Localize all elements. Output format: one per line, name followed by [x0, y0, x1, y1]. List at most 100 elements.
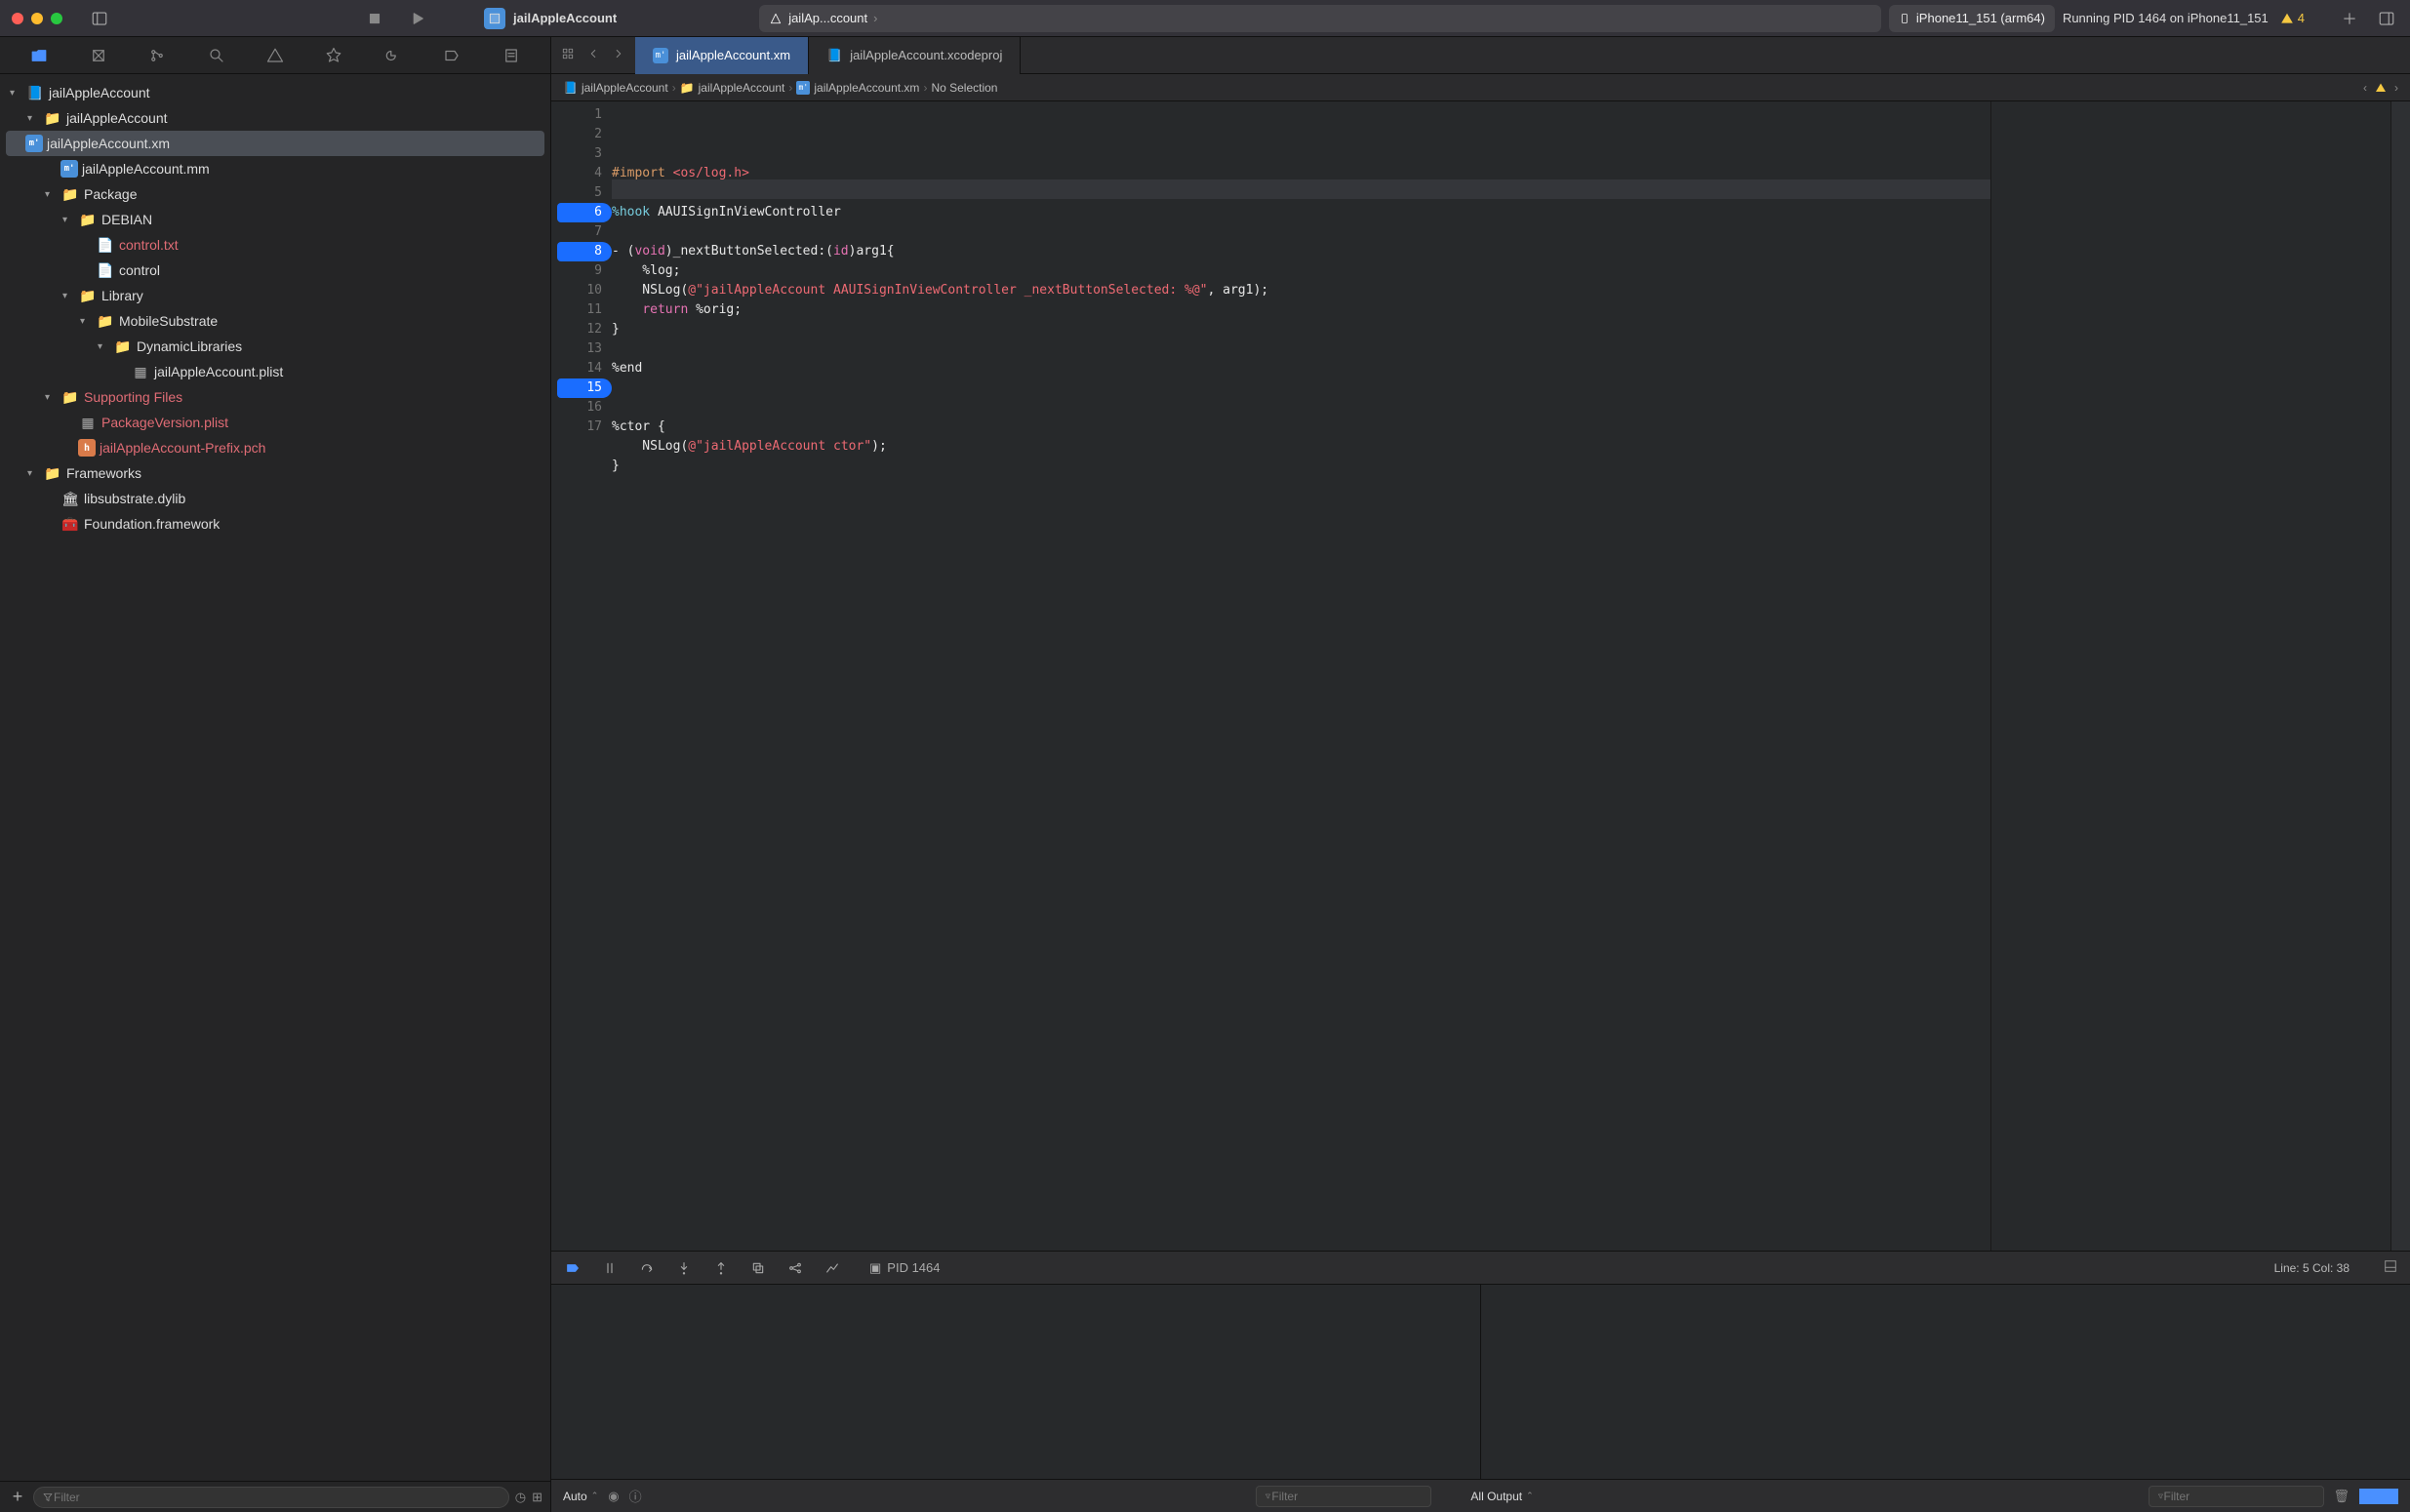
project-navigator-tab[interactable] — [25, 42, 53, 69]
symbol-navigator-tab[interactable] — [143, 42, 171, 69]
tree-package[interactable]: ▾📁Package — [0, 181, 550, 207]
breakpoints-toggle-icon[interactable] — [563, 1260, 582, 1276]
warning-icon[interactable] — [2375, 82, 2387, 94]
variables-filter-field[interactable] — [1256, 1486, 1431, 1507]
titlebar: jailAppleAccount jailAp...ccount › iPhon… — [0, 0, 2410, 37]
editor-breadcrumb: 📘 jailAppleAccount› 📁 jailAppleAccount› … — [551, 74, 2410, 101]
scheme-device-selector[interactable]: iPhone11_151 (arm64) — [1889, 5, 2055, 32]
scheme-device-label: iPhone11_151 (arm64) — [1916, 11, 2045, 25]
recent-files-icon[interactable]: ◷ — [515, 1490, 526, 1505]
tree-group[interactable]: ▾📁jailAppleAccount — [0, 105, 550, 131]
breakpoint-navigator-tab[interactable] — [438, 42, 465, 69]
objc-file-icon: m' — [653, 48, 668, 63]
breadcrumb-item[interactable]: 📁 jailAppleAccount — [680, 81, 785, 95]
tree-prefix[interactable]: hjailAppleAccount-Prefix.pch — [0, 435, 550, 460]
folder-icon: 📁 — [60, 186, 80, 203]
tree-pkgver[interactable]: ▦PackageVersion.plist — [0, 410, 550, 435]
debug-bar: ▣ PID 1464 Line: 5 Col: 38 — [551, 1251, 2410, 1284]
console-output[interactable] — [1481, 1285, 2410, 1479]
clear-console-icon[interactable]: 🗑 — [2334, 1489, 2350, 1504]
tree-control[interactable]: 📄control — [0, 258, 550, 283]
quick-look-icon[interactable]: ◉ — [608, 1489, 619, 1504]
debug-view-hierarchy-icon[interactable] — [748, 1260, 768, 1276]
xcodeproj-icon: 📘 — [826, 48, 842, 63]
project-title: jailAppleAccount — [484, 8, 617, 29]
navigator-filter-field[interactable] — [33, 1487, 509, 1508]
editor-tab-inactive[interactable]: 📘 jailAppleAccount.xcodeproj — [809, 37, 1021, 74]
tree-control-txt[interactable]: 📄control.txt — [0, 232, 550, 258]
tree-file-xm[interactable]: m'jailAppleAccount.xm — [6, 131, 544, 156]
variables-filter-input[interactable] — [1271, 1490, 1423, 1503]
project-icon — [484, 8, 505, 29]
tree-plist[interactable]: ▦jailAppleAccount.plist — [0, 359, 550, 384]
source-control-navigator-tab[interactable] — [85, 42, 112, 69]
tree-library[interactable]: ▾📁Library — [0, 283, 550, 308]
editor-tab-label: jailAppleAccount.xm — [676, 48, 790, 62]
console-split-toggle[interactable] — [2359, 1489, 2398, 1504]
tree-libsubstrate[interactable]: 🏛libsubstrate.dylib — [0, 486, 550, 511]
step-into-icon[interactable] — [674, 1260, 694, 1276]
breadcrumb-item[interactable]: m' jailAppleAccount.xm — [796, 81, 919, 95]
tree-file-mm[interactable]: m'jailAppleAccount.mm — [0, 156, 550, 181]
scheme-target-selector[interactable]: jailAp...ccount › — [759, 5, 1881, 32]
header-file-icon: h — [78, 439, 96, 457]
test-navigator-tab[interactable] — [320, 42, 347, 69]
editor-tab-bar: m' jailAppleAccount.xm 📘 jailAppleAccoun… — [551, 37, 2410, 74]
editor-tab-active[interactable]: m' jailAppleAccount.xm — [635, 37, 809, 74]
debug-process-selector[interactable]: ▣ PID 1464 — [869, 1260, 941, 1276]
close-window-button[interactable] — [12, 13, 23, 24]
folder-icon: 📁 — [113, 338, 133, 355]
report-navigator-tab[interactable] — [498, 42, 525, 69]
debug-navigator-tab[interactable] — [380, 42, 407, 69]
navigator-filter-input[interactable] — [54, 1491, 501, 1504]
console-output-mode[interactable]: All Output ⌃ — [1470, 1490, 1533, 1503]
add-file-button[interactable]: + — [8, 1487, 27, 1507]
run-button[interactable] — [406, 7, 429, 30]
toggle-debug-area-icon[interactable] — [2383, 1258, 2398, 1277]
tree-frameworks[interactable]: ▾📁Frameworks — [0, 460, 550, 486]
editor-split-pane — [1990, 101, 2390, 1251]
issue-nav-next-icon[interactable]: › — [2394, 81, 2398, 95]
scm-status-icon[interactable]: ⊞ — [532, 1490, 542, 1505]
find-navigator-tab[interactable] — [203, 42, 230, 69]
add-tab-button[interactable] — [2338, 7, 2361, 30]
info-icon[interactable]: ⓘ — [629, 1487, 642, 1505]
tree-debian[interactable]: ▾📁DEBIAN — [0, 207, 550, 232]
issue-nav-prev-icon[interactable]: ‹ — [2363, 81, 2367, 95]
toggle-navigator-icon[interactable] — [88, 7, 111, 30]
library-button[interactable] — [2375, 7, 2398, 30]
nav-back-button[interactable] — [586, 47, 600, 63]
tree-root[interactable]: ▾📘jailAppleAccount — [0, 80, 550, 105]
pause-button[interactable] — [600, 1260, 620, 1276]
stop-button[interactable] — [363, 7, 386, 30]
step-out-icon[interactable] — [711, 1260, 731, 1276]
code-text[interactable]: #import <os/log.h> %hook AAUISignInViewC… — [612, 101, 1990, 1251]
warning-badge[interactable]: 4 — [2280, 11, 2305, 25]
tree-foundation[interactable]: 🧰Foundation.framework — [0, 511, 550, 537]
status-label: Running PID 1464 on iPhone11_151 — [2063, 11, 2269, 25]
issue-navigator-tab[interactable] — [261, 42, 289, 69]
related-items-icon[interactable] — [561, 47, 575, 63]
step-over-icon[interactable] — [637, 1260, 657, 1276]
nav-forward-button[interactable] — [612, 47, 625, 63]
tree-mobilesubstrate[interactable]: ▾📁MobileSubstrate — [0, 308, 550, 334]
text-file-icon: 📄 — [96, 262, 115, 279]
file-tree[interactable]: ▾📘jailAppleAccount ▾📁jailAppleAccount m'… — [0, 74, 550, 1481]
framework-icon: 🧰 — [60, 516, 80, 533]
tree-supporting[interactable]: ▾📁Supporting Files — [0, 384, 550, 410]
folder-icon: 📁 — [78, 288, 98, 304]
environment-overrides-icon[interactable] — [823, 1260, 842, 1276]
tree-dynlib[interactable]: ▾📁DynamicLibraries — [0, 334, 550, 359]
zoom-window-button[interactable] — [51, 13, 62, 24]
console-filter-input[interactable] — [2164, 1490, 2315, 1503]
minimize-window-button[interactable] — [31, 13, 43, 24]
breadcrumb-item[interactable]: No Selection — [931, 81, 997, 95]
minimap[interactable] — [2390, 101, 2410, 1251]
variables-view-mode[interactable]: Auto ⌃ — [563, 1490, 598, 1503]
debug-memory-graph-icon[interactable] — [785, 1260, 805, 1276]
console-filter-field[interactable] — [2149, 1486, 2324, 1507]
variables-view[interactable] — [551, 1285, 1481, 1479]
breadcrumb-item[interactable]: 📘 jailAppleAccount — [563, 81, 668, 95]
editor-tab-label: jailAppleAccount.xcodeproj — [850, 48, 1002, 62]
code-editor[interactable]: 1 2 3 4 5 6 7 8 9 10 11 12 13 14 15 16 1… — [551, 101, 2410, 1251]
